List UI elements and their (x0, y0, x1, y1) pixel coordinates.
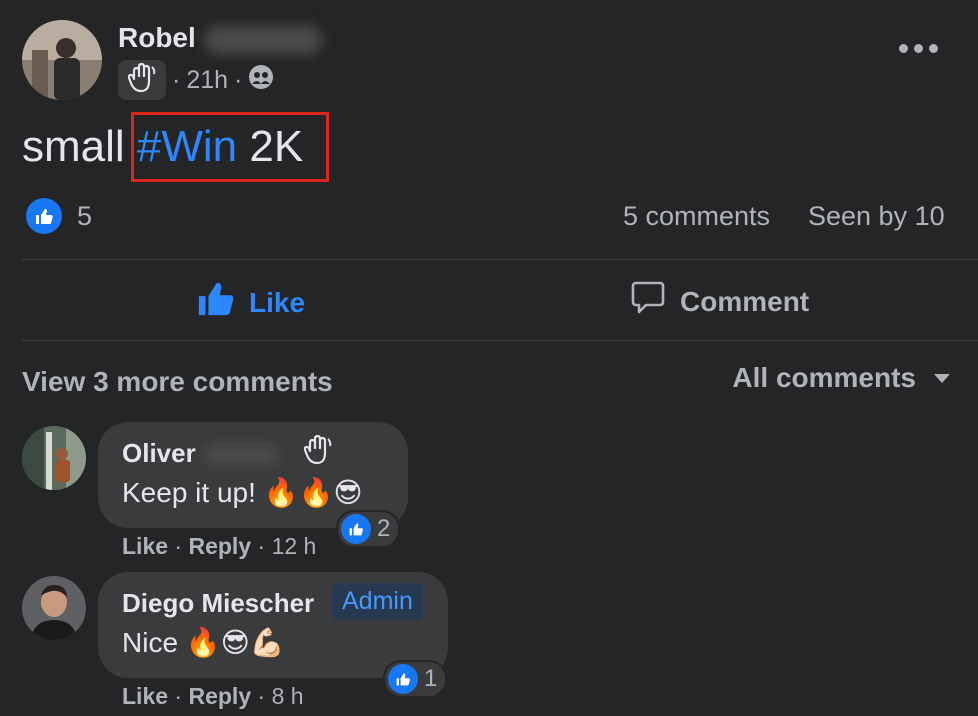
divider (22, 340, 978, 341)
comment-text: Nice 🔥😎💪🏻 (122, 627, 285, 658)
comment-reactions[interactable]: 2 (336, 510, 401, 548)
group-badge (118, 60, 166, 100)
commenter-avatar[interactable] (22, 426, 86, 490)
post-text-prefix: small (22, 122, 137, 171)
sort-label: All comments (732, 362, 916, 393)
author-avatar[interactable] (22, 20, 102, 100)
comment-time[interactable]: 12 h (272, 533, 317, 559)
comment-time[interactable]: 8 h (272, 683, 304, 709)
wave-hand-icon (303, 434, 332, 470)
divider (22, 259, 978, 260)
meta-separator: · (234, 66, 243, 94)
comment-like-link[interactable]: Like (122, 683, 168, 709)
view-more-comments-link[interactable]: View 3 more comments (22, 366, 333, 398)
seen-by[interactable]: Seen by 10 (808, 201, 945, 232)
comment-label: Comment (680, 285, 810, 317)
post-time[interactable]: 21h (186, 66, 228, 95)
admin-badge: Admin (332, 583, 423, 620)
comments-count[interactable]: 5 comments (623, 201, 770, 232)
blurred-surname (203, 25, 322, 54)
comment-bubble-icon (630, 280, 666, 323)
like-button[interactable]: Like (197, 280, 305, 325)
comment-text: Keep it up! 🔥🔥😎 (122, 477, 363, 508)
like-label: Like (249, 286, 306, 318)
post-meta: · 21h · (172, 64, 274, 97)
comment-button[interactable]: Comment (630, 280, 809, 323)
like-count[interactable]: 5 (77, 201, 92, 232)
comment-sort-dropdown[interactable]: All comments (732, 362, 950, 394)
chevron-down-icon (934, 373, 950, 383)
wave-hand-icon (127, 62, 156, 98)
commenter-name[interactable]: Oliver (122, 438, 278, 469)
commenter-first-name[interactable]: Oliver (122, 438, 196, 468)
more-options-icon[interactable] (899, 44, 938, 53)
like-reaction-icon (341, 514, 371, 544)
meta-separator: · (257, 683, 266, 709)
commenter-name[interactable]: Diego Miescher (122, 588, 314, 619)
comment-reply-link[interactable]: Reply (188, 533, 251, 559)
meta-separator: · (174, 533, 183, 559)
meta-separator: · (257, 533, 266, 559)
author-first-name[interactable]: Robel (118, 22, 196, 53)
reaction-count: 1 (424, 665, 438, 692)
comment-reactions[interactable]: 1 (383, 660, 448, 698)
thumbs-up-icon (197, 280, 235, 325)
comment-like-link[interactable]: Like (122, 533, 168, 559)
like-reaction-icon (388, 664, 418, 694)
commenter-avatar[interactable] (22, 576, 86, 640)
group-badge (294, 432, 342, 472)
author-name[interactable]: Robel (118, 22, 322, 54)
like-reaction-icon[interactable] (26, 198, 62, 234)
reaction-count: 2 (377, 515, 391, 542)
group-audience-icon (248, 64, 274, 97)
comment-reply-link[interactable]: Reply (188, 683, 251, 709)
highlight-box (131, 112, 329, 182)
blurred-surname (203, 444, 278, 467)
meta-separator: · (174, 683, 183, 709)
comment-actions: Like · Reply · 12 h (122, 533, 316, 560)
comment-actions: Like · Reply · 8 h (122, 683, 304, 710)
meta-separator: · (172, 66, 181, 94)
